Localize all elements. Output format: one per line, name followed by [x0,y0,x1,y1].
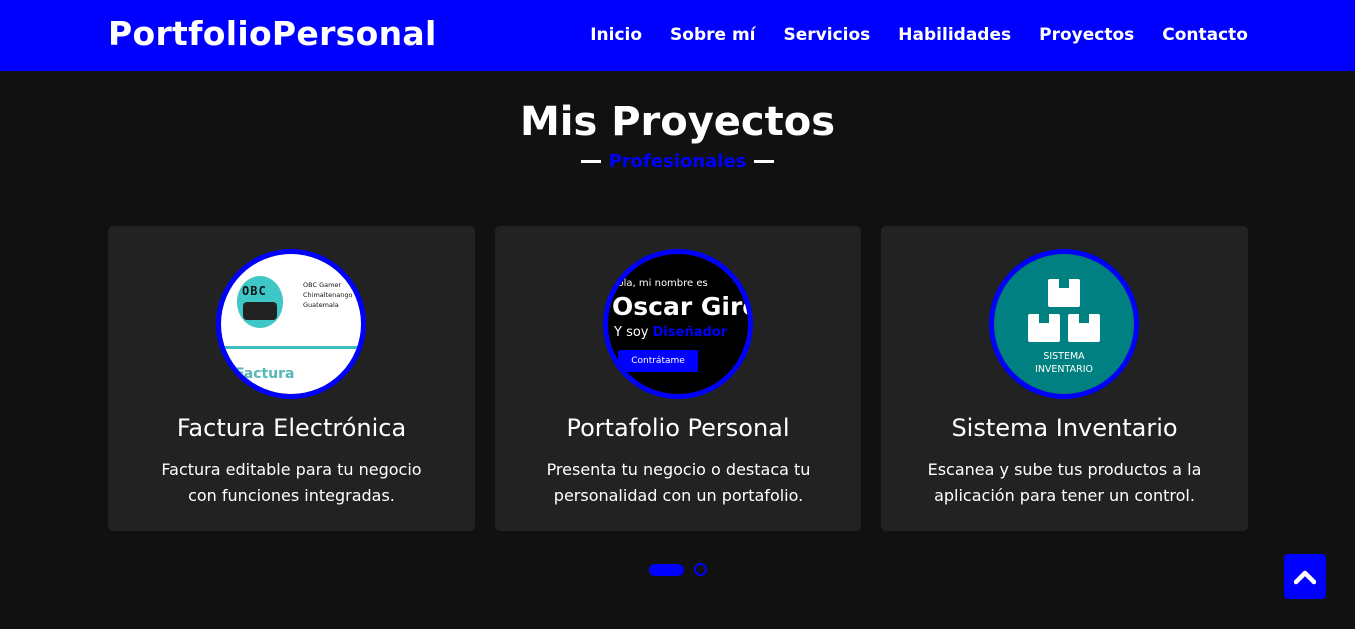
invoice-company-info: OBC Gamer Chimaltenango Guatemala [303,280,352,310]
nav-sobre-mi[interactable]: Sobre mí [670,25,755,45]
project-title: Sistema Inventario [951,414,1178,442]
company-name: OBC Gamer [303,281,342,289]
project-card-portafolio[interactable]: Hola, mi nombre es Oscar Giro Y soy Dise… [495,226,861,531]
box-icon [1068,314,1100,342]
project-description: Presenta tu negocio o destaca tu persona… [546,460,811,505]
main-nav: Inicio Sobre mí Servicios Habilidades Pr… [590,25,1248,45]
preview-role-line: Y soy Diseñador [614,325,727,340]
subtitle-dash-left [580,160,601,163]
project-card-factura[interactable]: OBC OBC Gamer Chimaltenango Guatemala Fa… [108,226,475,531]
project-thumbnail: OBC OBC Gamer Chimaltenango Guatemala Fa… [216,249,366,399]
project-title: Portafolio Personal [566,414,790,442]
project-card-inventario[interactable]: SISTEMA INVENTARIO Sistema Inventario Es… [881,226,1248,531]
inventory-label: SISTEMA INVENTARIO [994,350,1134,376]
portfolio-preview: Hola, mi nombre es Oscar Giro Y soy Dise… [608,254,748,394]
preview-role: Diseñador [652,325,728,340]
invoice-divider [221,346,361,349]
invoice-preview: OBC OBC Gamer Chimaltenango Guatemala Fa… [221,254,361,394]
project-description: Factura editable para tu negocio con fun… [161,460,422,505]
scroll-top-button[interactable] [1284,554,1326,599]
navbar: PortfolioPersonal Inicio Sobre mí Servic… [0,0,1355,71]
preview-greeting: Hola, mi nombre es [610,278,708,289]
section-subtitle: Profesionales [0,151,1355,172]
nav-proyectos[interactable]: Proyectos [1039,25,1134,45]
obc-logo-text: OBC [242,284,267,298]
inventory-label-line1: SISTEMA [1043,351,1085,362]
nav-habilidades[interactable]: Habilidades [898,25,1011,45]
nav-servicios[interactable]: Servicios [784,25,871,45]
project-title: Factura Electrónica [176,414,407,442]
preview-name: Oscar Giro [612,292,753,321]
preview-soy: Y soy [614,325,649,340]
brand-logo[interactable]: PortfolioPersonal [108,14,437,53]
carousel-dot-active[interactable] [649,563,684,576]
subtitle-dash-right [754,160,775,163]
preview-hire-button: Contrátame [618,350,698,372]
inventory-label-line2: INVENTARIO [1035,364,1093,375]
project-thumbnail: Hola, mi nombre es Oscar Giro Y soy Dise… [603,249,753,399]
carousel-dot[interactable] [694,563,707,576]
nav-inicio[interactable]: Inicio [590,25,642,45]
inventory-preview: SISTEMA INVENTARIO [994,254,1134,394]
company-country: Guatemala [303,301,339,309]
subtitle-text: Profesionales [608,151,747,172]
project-description: Escanea y sube tus productos a la aplica… [927,460,1202,505]
project-thumbnail: SISTEMA INVENTARIO [989,249,1139,399]
chevron-up-icon [1294,570,1316,584]
gamepad-icon [243,302,277,320]
invoice-heading: Factura [235,366,295,382]
nav-contacto[interactable]: Contacto [1162,25,1248,45]
section-title: Mis Proyectos [519,99,836,145]
company-city: Chimaltenango [303,291,353,299]
box-icon [1028,314,1060,342]
carousel-pagination [649,563,707,576]
box-icon [1048,279,1080,307]
